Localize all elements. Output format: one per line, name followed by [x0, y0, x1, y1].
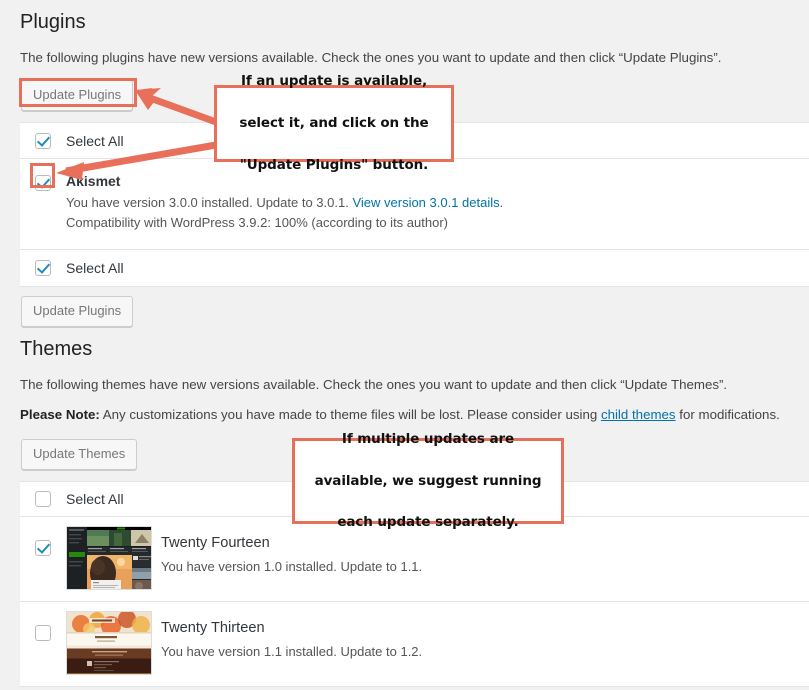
theme-version-twenty-fourteen: You have version 1.0 installed. Update t…: [161, 558, 423, 574]
theme-thumbnail-cell-twenty-fourteen: [66, 526, 161, 590]
theme-checkbox-twenty-fourteen[interactable]: [35, 540, 51, 556]
update-themes-button[interactable]: Update Themes: [21, 439, 138, 471]
select-all-checkbox-bottom[interactable]: [35, 260, 51, 277]
select-all-checkbox-cell-top: [20, 132, 66, 149]
themes-description: The following themes have new versions a…: [20, 377, 728, 392]
select-all-label-top[interactable]: Select All: [66, 133, 124, 149]
plugin-details-suffix: .: [499, 194, 504, 210]
plugin-checkbox-cell-akismet: [20, 173, 66, 191]
callout-1-line-3: "Update Plugins" button.: [239, 156, 429, 173]
admin-updates-page: Plugins The following plugins have new v…: [0, 0, 809, 690]
select-all-checkbox-top[interactable]: [35, 132, 51, 149]
update-plugins-button-bottom[interactable]: Update Plugins: [21, 296, 134, 328]
themes-heading: Themes: [20, 338, 93, 360]
callout-update-available: If an update is available, select it, an…: [214, 73, 454, 173]
callout-2-line-2: available, we suggest running: [314, 472, 542, 489]
theme-name-twenty-thirteen: Twenty Thirteen: [161, 620, 265, 636]
themes-select-all-checkbox-cell: [20, 491, 66, 507]
select-all-checkbox-cell-bottom: [20, 260, 66, 277]
themes-note-after: for modifications.: [675, 407, 780, 422]
themes-note-label: Please Note:: [20, 407, 100, 422]
themes-note-before: Any customizations you have made to them…: [99, 407, 601, 422]
theme-thumbnail-twenty-fourteen: [66, 526, 152, 590]
callout-2-line-3: each update separately.: [337, 514, 519, 531]
plugin-installed-text: You have version 3.0.0 installed. Update…: [66, 194, 353, 210]
themes-select-all-checkbox[interactable]: [35, 491, 51, 507]
callout-1-line-2: select it, and click on the: [239, 115, 429, 132]
child-themes-link[interactable]: child themes: [601, 407, 676, 422]
callout-multiple-updates: If multiple updates are available, we su…: [292, 431, 564, 530]
plugins-description: The following plugins have new versions …: [20, 50, 722, 65]
plugins-select-all-row-bottom: Select All: [20, 250, 809, 287]
theme-thumbnail-twenty-thirteen: [66, 611, 152, 675]
theme-checkbox-cell-twenty-fourteen: [20, 526, 66, 556]
arrow-to-update-plugins-button: [134, 88, 218, 126]
update-plugins-button-top[interactable]: Update Plugins: [21, 80, 134, 112]
plugin-details-link[interactable]: View version 3.0.1 details: [352, 195, 499, 210]
plugin-checkbox-akismet[interactable]: [35, 175, 51, 191]
theme-name-twenty-fourteen: Twenty Fourteen: [161, 535, 270, 551]
plugins-heading: Plugins: [20, 11, 86, 33]
callout-2-line-1: If multiple updates are: [341, 430, 515, 447]
plugin-version-line-akismet: You have version 3.0.0 installed. Update…: [66, 193, 809, 213]
theme-row-twenty-thirteen: Twenty Thirteen You have version 1.1 ins…: [20, 602, 809, 686]
plugin-name-akismet: Akismet: [66, 173, 121, 189]
themes-select-all-label[interactable]: Select All: [66, 491, 124, 507]
themes-note: Please Note: Any customizations you have…: [20, 405, 780, 425]
callout-1-line-1: If an update is available,: [240, 73, 428, 90]
theme-version-twenty-thirteen: You have version 1.1 installed. Update t…: [161, 643, 423, 659]
select-all-label-bottom[interactable]: Select All: [66, 260, 124, 276]
theme-checkbox-cell-twenty-thirteen: [20, 611, 66, 641]
plugin-compat-akismet: Compatibility with WordPress 3.9.2: 100%…: [66, 214, 448, 230]
theme-thumbnail-cell-twenty-thirteen: [66, 611, 161, 675]
theme-checkbox-twenty-thirteen[interactable]: [35, 625, 51, 641]
